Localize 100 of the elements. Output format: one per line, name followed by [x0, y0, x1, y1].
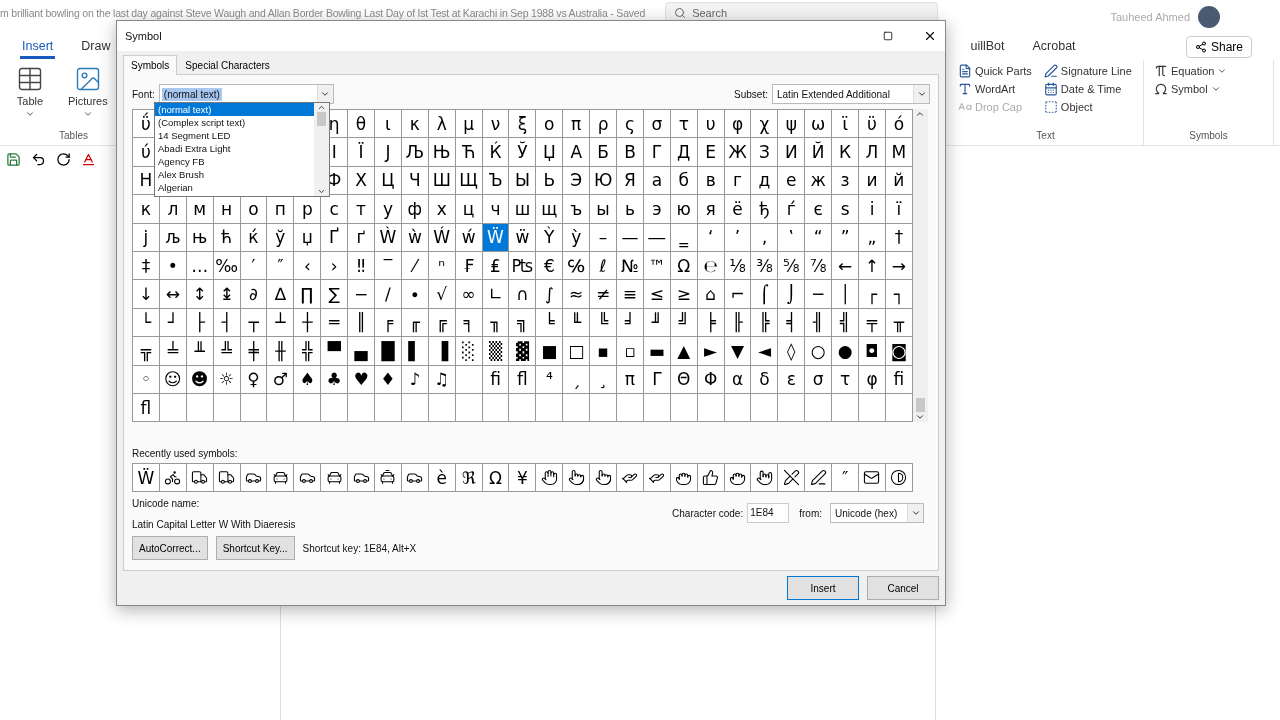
symbol-cell[interactable]: ﬂ	[509, 365, 537, 394]
symbol-cell[interactable]: ›	[321, 251, 349, 281]
symbol-cell[interactable]: у	[375, 195, 402, 224]
pen-icon[interactable]	[809, 469, 827, 487]
ribbon-tab[interactable]: Insert	[20, 35, 56, 59]
symbol-cell[interactable]: ј	[133, 223, 160, 252]
symbol-cell[interactable]: ⌠	[751, 280, 779, 309]
symbol-cell[interactable]: ь	[617, 195, 644, 224]
symbol-cell[interactable]: „	[859, 223, 886, 252]
symbol-cell[interactable]: ‾	[375, 251, 402, 281]
symbol-cell[interactable]: ╢	[805, 308, 833, 338]
ribbon-button[interactable]: Table	[10, 64, 50, 126]
symbol-cell[interactable]: μ	[455, 110, 483, 139]
symbol-cell[interactable]: т	[348, 195, 375, 224]
symbol-cell[interactable]: ⌡	[778, 280, 806, 309]
symbol-cell[interactable]: φ	[859, 365, 886, 394]
font-dropdown[interactable]: (normal text)	[158, 84, 334, 104]
symbol-cell[interactable]: ∆	[267, 280, 295, 309]
symbol-cell[interactable]: —	[617, 223, 644, 252]
half-circle-icon[interactable]	[890, 469, 908, 487]
symbol-cell[interactable]: ▓	[509, 337, 537, 366]
symbol-cell[interactable]: ″	[267, 251, 295, 281]
symbol-cell[interactable]: ╡	[778, 308, 806, 338]
symbol-cell[interactable]: х	[428, 195, 456, 224]
symbol-cell[interactable]: ω	[805, 110, 833, 139]
taxi-icon[interactable]	[379, 469, 397, 487]
symbol-cell[interactable]: Ц	[375, 166, 402, 196]
pointing-hand-icon[interactable]	[594, 469, 612, 487]
symbol-cell[interactable]: ∟	[482, 280, 510, 309]
symbol-cell[interactable]: ‛	[778, 223, 806, 252]
symbol-cell[interactable]: Ј	[375, 138, 402, 167]
car-icon[interactable]	[271, 469, 289, 487]
symbol-cell[interactable]: ↨	[213, 280, 241, 309]
symbol-cell[interactable]: ╧	[159, 337, 187, 366]
symbol-cell[interactable]: │	[832, 280, 860, 309]
symbol-cell[interactable]: ╘	[536, 308, 564, 338]
symbol-cell[interactable]: ε	[778, 365, 806, 394]
symbol-cell[interactable]: √	[428, 280, 456, 309]
symbol-cell[interactable]: ψ	[778, 110, 806, 139]
symbol-cell[interactable]: р	[294, 195, 322, 224]
symbol-cell[interactable]: ╙	[563, 308, 591, 338]
scroll-thumb[interactable]	[915, 398, 925, 413]
symbol-cell[interactable]: ђ	[751, 195, 779, 224]
symbol-cell[interactable]: ░	[455, 337, 483, 366]
symbol-cell[interactable]: ▄	[348, 337, 375, 366]
symbol-cell[interactable]: К	[832, 138, 860, 167]
close-icon[interactable]	[923, 29, 937, 43]
symbol-cell[interactable]: ι	[375, 110, 402, 139]
truck-icon[interactable]	[191, 469, 209, 487]
from-dropdown[interactable]: Unicode (hex)	[830, 503, 924, 524]
ribbon-tab[interactable]: Acrobat	[1030, 35, 1078, 59]
maximize-icon[interactable]	[883, 31, 893, 41]
symbol-cell[interactable]: ϊ	[832, 110, 860, 139]
symbol-cell[interactable]: ч	[482, 195, 510, 224]
ribbon-tab[interactable]: uillBot	[968, 35, 1007, 59]
ribbon-button[interactable]: Symbol	[1154, 82, 1228, 96]
symbol-cell[interactable]: ∩	[509, 280, 537, 309]
symbol-cell[interactable]: з	[832, 166, 860, 196]
ribbon-button[interactable]: Object	[1043, 100, 1132, 114]
symbol-cell[interactable]: ˏ	[563, 365, 591, 394]
symbol-cell[interactable]: ◦	[133, 365, 160, 394]
symbol-cell[interactable]: А	[563, 138, 591, 167]
crossed-pen-icon[interactable]	[782, 469, 800, 487]
symbol-cell[interactable]: ▼	[724, 337, 752, 366]
dialog-tab[interactable]: Symbols	[123, 55, 178, 75]
symbol-cell[interactable]: Ю	[590, 166, 618, 196]
symbol-cell[interactable]: ѓ	[778, 195, 806, 224]
symbol-cell[interactable]: ₧	[509, 251, 537, 281]
symbol-cell[interactable]: ϋ	[859, 110, 886, 139]
font-option[interactable]: (normal text)	[155, 103, 314, 116]
recent-symbol[interactable]: ¥	[509, 464, 537, 493]
recent-symbol[interactable]: Ẅ	[133, 464, 160, 493]
ribbon-button[interactable]: Pictures	[62, 64, 114, 126]
symbol-cell[interactable]: ≥	[670, 280, 698, 309]
symbol-cell[interactable]: ≠	[590, 280, 618, 309]
symbol-cell[interactable]: ▲	[670, 337, 698, 366]
symbol-cell[interactable]: ╩	[213, 337, 241, 366]
symbol-cell[interactable]: ╫	[267, 337, 295, 366]
symbol-cell[interactable]: ж	[805, 166, 833, 196]
symbol-cell[interactable]: ρ	[590, 110, 618, 139]
symbol-cell[interactable]: ♦	[375, 365, 402, 394]
symbol-cell[interactable]: σ	[805, 365, 833, 394]
symbol-cell[interactable]: ≡	[617, 280, 644, 309]
user-avatar[interactable]	[1198, 6, 1220, 28]
ribbon-button[interactable]: Quick Parts	[958, 64, 1032, 78]
recent-symbol[interactable]: ℜ	[455, 464, 483, 493]
symbol-cell[interactable]: ♣	[321, 365, 349, 394]
symbol-cell[interactable]: ╚	[590, 308, 618, 338]
cancel-button[interactable]: Cancel	[867, 576, 939, 600]
symbol-cell[interactable]: ν	[482, 110, 510, 139]
symbol-cell[interactable]: ф	[401, 195, 429, 224]
symbol-cell[interactable]: ▬	[643, 337, 671, 366]
symbol-cell[interactable]: ё	[724, 195, 752, 224]
symbol-cell[interactable]: ▫	[617, 337, 644, 366]
symbol-cell[interactable]: Ь	[536, 166, 564, 196]
symbol-cell[interactable]: Ỳ	[536, 223, 564, 252]
symbol-cell[interactable]: Б	[590, 138, 618, 167]
ribbon-button[interactable]: Equation	[1154, 64, 1228, 78]
symbol-cell[interactable]: ”	[832, 223, 860, 252]
symbol-cell[interactable]: ↓	[133, 280, 160, 309]
